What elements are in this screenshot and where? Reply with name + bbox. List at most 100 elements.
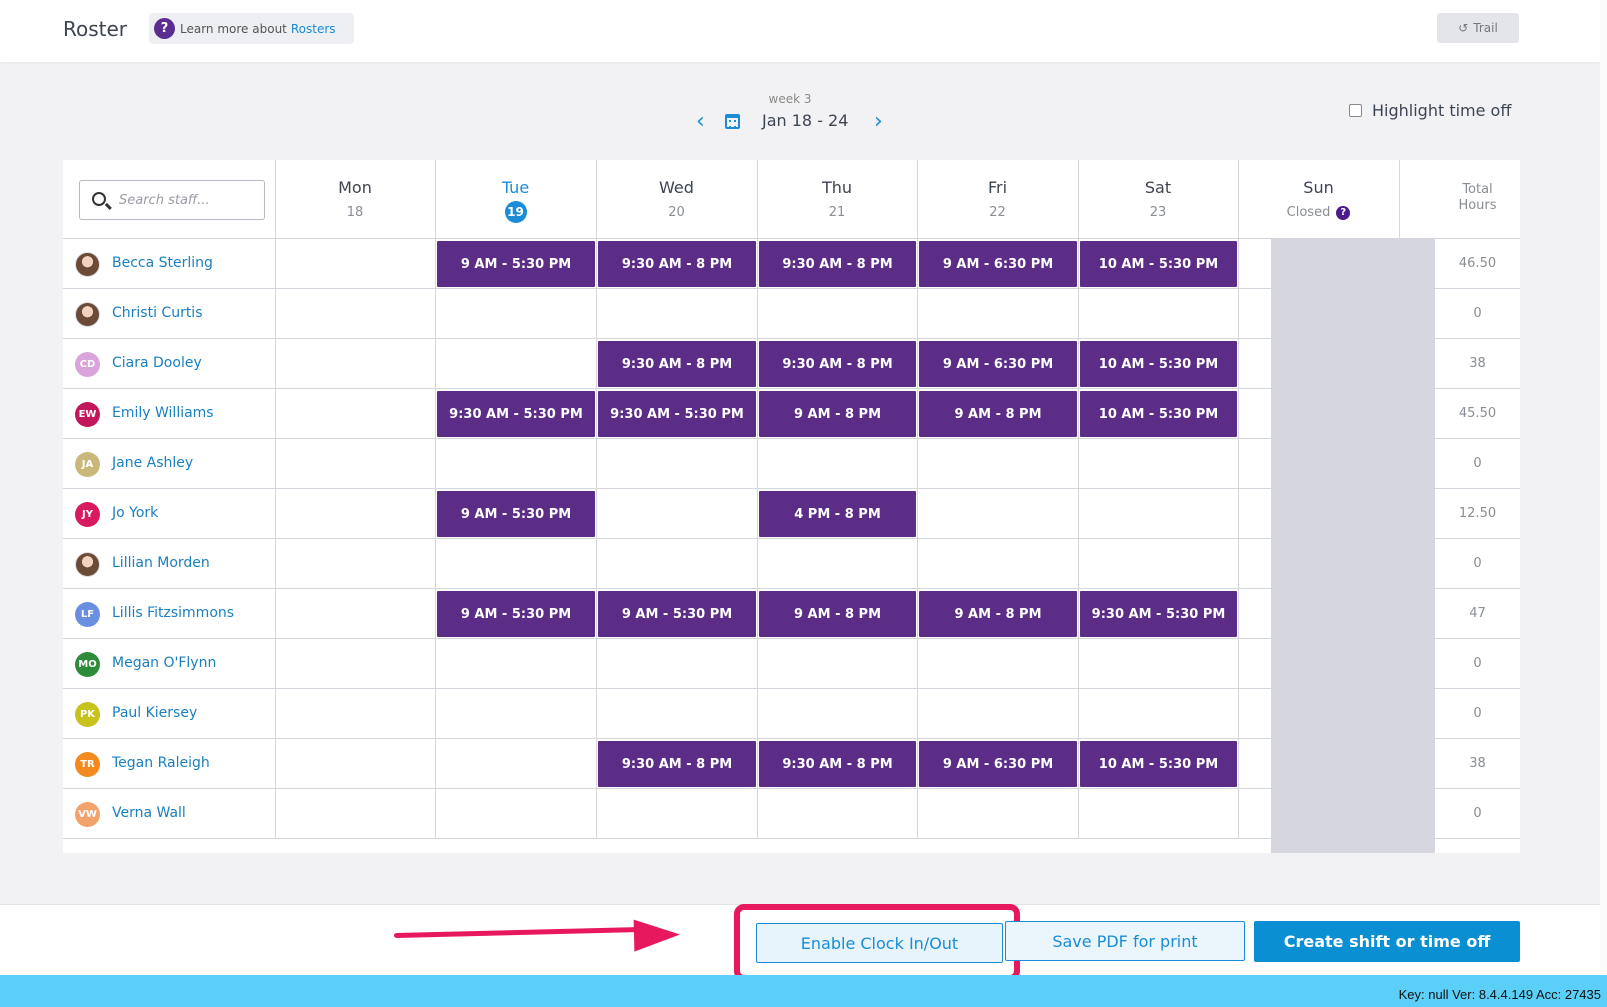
shift-block[interactable]: 10 AM - 5:30 PM <box>1080 741 1237 787</box>
shift-block[interactable]: 9:30 AM - 5:30 PM <box>598 391 756 437</box>
save-pdf-button[interactable]: Save PDF for print <box>1005 921 1245 961</box>
table-row: JY Jo York 9 AM - 5:30 PM 4 PM - 8 PM 12.50 <box>63 489 1520 539</box>
staff-name-link[interactable]: Ciara Dooley <box>112 355 202 371</box>
shift-block[interactable]: 9:30 AM - 8 PM <box>759 741 916 787</box>
staff-name-link[interactable]: Verna Wall <box>112 805 186 821</box>
avatar: MO <box>75 652 100 677</box>
annotation-highlight-box <box>734 904 1020 981</box>
roster-grid: Total Hours Mon 18 Tue 19 Wed 20 Thu 21 Fri 22 Sat… <box>63 160 1520 853</box>
trail-button[interactable]: ↺ Trail <box>1437 13 1519 43</box>
search-box[interactable] <box>79 180 265 220</box>
page-title: Roster <box>63 17 128 41</box>
table-row: TR Tegan Raleigh 9:30 AM - 8 PM 9:30 AM - 8… <box>63 739 1520 789</box>
staff-name-link[interactable]: Lillian Morden <box>112 555 210 571</box>
trail-label: Trail <box>1473 21 1498 35</box>
shift-block[interactable]: 4 PM - 8 PM <box>759 491 916 537</box>
total-hours-value: 0 <box>1473 656 1482 671</box>
day-header-fri: Fri 22 <box>917 178 1078 220</box>
shift-block[interactable]: 9 AM - 8 PM <box>759 591 916 637</box>
table-row: JA Jane Ashley 0 <box>63 439 1520 489</box>
total-hours-header: Total Hours <box>1435 182 1520 214</box>
table-row: Becca Sterling 9 AM - 5:30 PM 9:30 AM - 8 … <box>63 239 1520 289</box>
shift-block[interactable]: 9 AM - 5:30 PM <box>437 491 595 537</box>
help-icon[interactable]: ? <box>1336 205 1351 220</box>
highlight-time-off-toggle[interactable]: Highlight time off <box>1349 101 1511 120</box>
shift-block[interactable]: 9:30 AM - 5:30 PM <box>437 391 595 437</box>
top-bar: Roster ? Learn more about Rosters ↺ Trai… <box>0 0 1600 62</box>
shift-block[interactable]: 9:30 AM - 8 PM <box>759 241 916 287</box>
learn-more-rosters-link[interactable]: Rosters <box>291 22 336 36</box>
staff-name-link[interactable]: Paul Kiersey <box>112 705 197 721</box>
staff-name-link[interactable]: Jane Ashley <box>112 455 193 471</box>
shift-block[interactable]: 10 AM - 5:30 PM <box>1080 241 1237 287</box>
staff-name-link[interactable]: Becca Sterling <box>112 255 213 271</box>
shift-block[interactable]: 9 AM - 5:30 PM <box>437 591 595 637</box>
day-name: Thu <box>821 178 853 197</box>
avatar: VW <box>75 802 100 827</box>
table-row: MO Megan O'Flynn 0 <box>63 639 1520 689</box>
shift-block[interactable]: 9:30 AM - 5:30 PM <box>1080 591 1237 637</box>
annotation-arrow-head <box>633 918 681 952</box>
shift-block[interactable]: 10 AM - 5:30 PM <box>1080 341 1237 387</box>
history-icon: ↺ <box>1458 21 1469 35</box>
day-name: Wed <box>659 178 694 197</box>
staff-name-link[interactable]: Jo York <box>112 505 158 521</box>
shift-block[interactable]: 9 AM - 5:30 PM <box>598 591 756 637</box>
total-hours-header-line2: Hours <box>1458 198 1497 213</box>
total-hours-value: 47 <box>1469 606 1486 621</box>
total-hours-value: 0 <box>1473 306 1482 321</box>
staff-name-link[interactable]: Lillis Fitzsimmons <box>112 605 234 621</box>
shift-block[interactable]: 9:30 AM - 8 PM <box>598 741 756 787</box>
day-header-sun: Sun Closed? <box>1238 178 1399 220</box>
day-header-tue: Tue 19 <box>435 178 596 223</box>
avatar: LF <box>75 602 100 627</box>
shift-block[interactable]: 9 AM - 8 PM <box>919 391 1077 437</box>
highlight-time-off-checkbox[interactable] <box>1349 104 1362 117</box>
shift-block[interactable]: 9 AM - 8 PM <box>919 591 1077 637</box>
total-hours-value: 45.50 <box>1458 406 1497 421</box>
day-number: 18 <box>346 205 364 220</box>
avatar: EW <box>75 402 100 427</box>
search-input[interactable] <box>119 189 259 211</box>
shift-block[interactable]: 9:30 AM - 8 PM <box>598 341 756 387</box>
shift-block[interactable]: 9 AM - 8 PM <box>759 391 916 437</box>
shift-block[interactable]: 9 AM - 6:30 PM <box>919 741 1077 787</box>
table-row: VW Verna Wall 0 <box>63 789 1520 839</box>
staff-name-link[interactable]: Megan O'Flynn <box>112 655 216 671</box>
day-header-sat: Sat 23 <box>1078 178 1238 220</box>
total-hours-value: 0 <box>1473 706 1482 721</box>
avatar <box>75 252 100 277</box>
avatar: JA <box>75 452 100 477</box>
day-number: 22 <box>989 205 1006 220</box>
scrollbar-track[interactable] <box>1600 0 1607 975</box>
week-range[interactable]: Jan 18 - 24 <box>762 111 848 130</box>
shift-block[interactable]: 9:30 AM - 8 PM <box>759 341 916 387</box>
create-shift-button[interactable]: Create shift or time off <box>1254 921 1520 962</box>
learn-more-link[interactable]: ? Learn more about Rosters <box>149 13 354 44</box>
total-hours-value: 46.50 <box>1458 256 1497 271</box>
total-hours-value: 0 <box>1473 556 1482 571</box>
chevron-left-icon[interactable]: ‹ <box>696 111 705 133</box>
shift-block[interactable]: 9:30 AM - 8 PM <box>598 241 756 287</box>
footer-strip: Key: null Ver: 8.4.4.149 Acc: 27435 <box>0 975 1607 1007</box>
avatar: TR <box>75 752 100 777</box>
table-row: LF Lillis Fitzsimmons 9 AM - 5:30 PM 9 AM -… <box>63 589 1520 639</box>
staff-name-link[interactable]: Tegan Raleigh <box>112 755 210 771</box>
avatar <box>75 302 100 327</box>
shift-block[interactable]: 9 AM - 5:30 PM <box>437 241 595 287</box>
shift-block[interactable]: 10 AM - 5:30 PM <box>1080 391 1237 437</box>
staff-name-link[interactable]: Christi Curtis <box>112 305 203 321</box>
total-hours-value: 38 <box>1469 356 1486 371</box>
day-number: 23 <box>1149 205 1167 220</box>
table-row: CD Ciara Dooley 9:30 AM - 8 PM 9:30 AM - 8 … <box>63 339 1520 389</box>
week-navigator: week 3 ‹ Jan 18 - 24 › <box>690 92 920 137</box>
week-label: week 3 <box>768 92 812 106</box>
day-sub: Closed? <box>1238 205 1399 220</box>
shift-block[interactable]: 9 AM - 6:30 PM <box>919 341 1077 387</box>
calendar-icon[interactable] <box>725 114 740 129</box>
staff-name-link[interactable]: Emily Williams <box>112 405 214 421</box>
chevron-right-icon[interactable]: › <box>874 111 883 133</box>
total-hours-value: 0 <box>1473 806 1482 821</box>
avatar: PK <box>75 702 100 727</box>
shift-block[interactable]: 9 AM - 6:30 PM <box>919 241 1077 287</box>
